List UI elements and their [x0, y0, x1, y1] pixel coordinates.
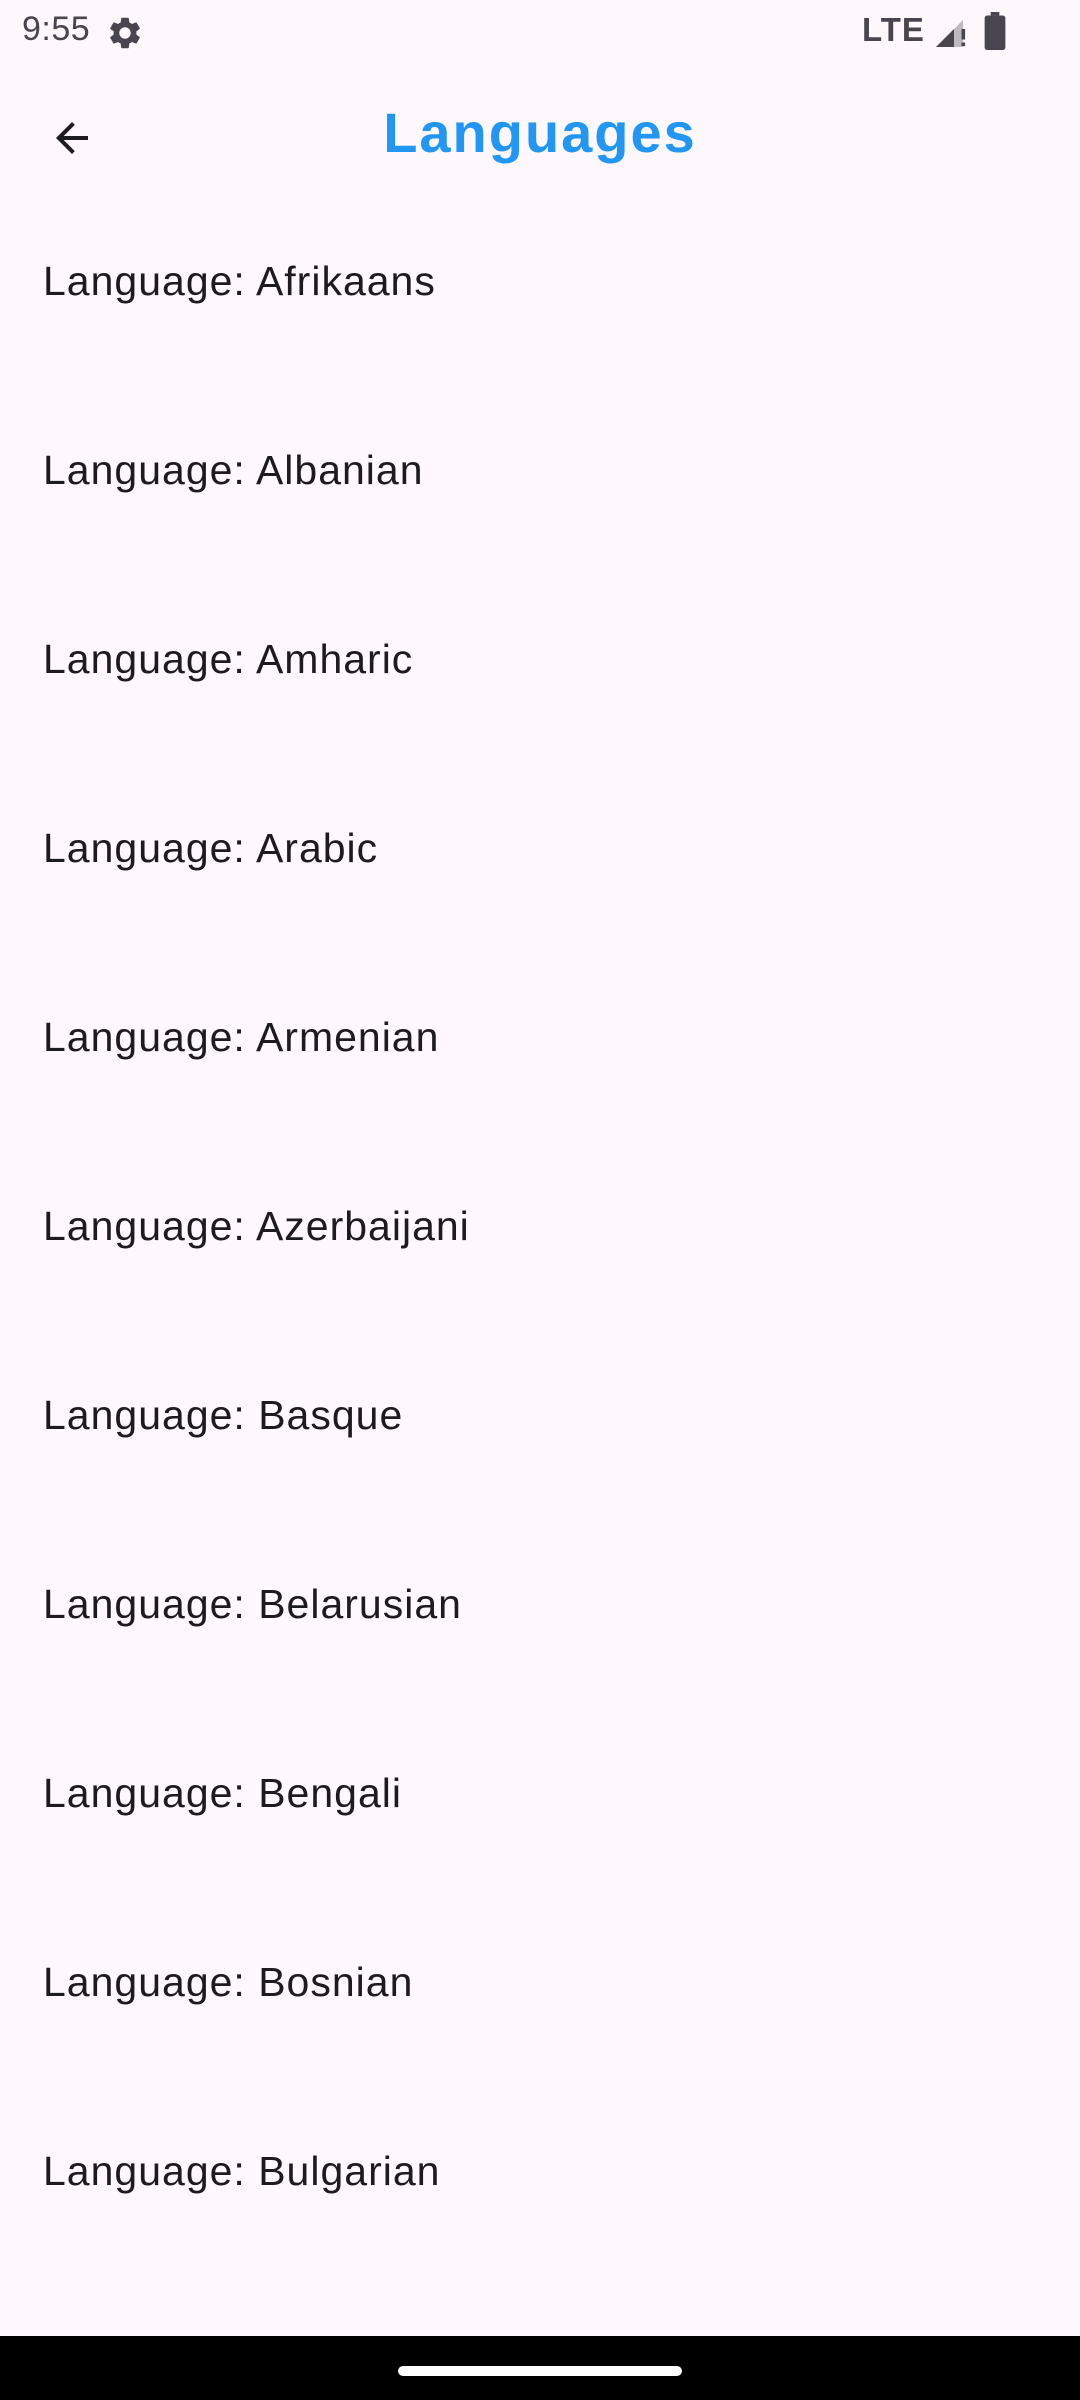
- gear-icon: [110, 17, 140, 49]
- language-list: Language: Afrikaans Language: Albanian L…: [0, 208, 1080, 2287]
- home-gesture-handle[interactable]: [398, 2366, 682, 2376]
- language-item-arabic[interactable]: Language: Arabic: [0, 775, 1080, 964]
- battery-icon: [984, 12, 1006, 50]
- language-label: Language: Azerbaijani: [43, 1203, 470, 1249]
- signal-icon: [936, 20, 966, 47]
- app-bar: Languages: [0, 64, 1080, 208]
- language-item-belarusian[interactable]: Language: Belarusian: [0, 1531, 1080, 1720]
- language-label: Language: Arabic: [43, 825, 379, 871]
- language-item-armenian[interactable]: Language: Armenian: [0, 964, 1080, 1153]
- status-time: 9:55: [22, 10, 91, 48]
- page-title: Languages: [383, 101, 697, 164]
- language-label: Language: Bosnian: [43, 1959, 414, 2005]
- language-item-afrikaans[interactable]: Language: Afrikaans: [0, 208, 1080, 397]
- language-item-bengali[interactable]: Language: Bengali: [0, 1720, 1080, 1909]
- language-label: Language: Armenian: [43, 1014, 440, 1060]
- language-label: Language: Albanian: [43, 447, 424, 493]
- network-type: LTE: [862, 11, 925, 48]
- language-item-bulgarian[interactable]: Language: Bulgarian: [0, 2098, 1080, 2287]
- language-label: Language: Bulgarian: [43, 2148, 441, 2194]
- language-label: Language: Bengali: [43, 1770, 402, 1816]
- navigation-bar: [0, 2336, 1080, 2400]
- language-label: Language: Basque: [43, 1392, 404, 1438]
- language-label: Language: Amharic: [43, 636, 414, 682]
- language-item-basque[interactable]: Language: Basque: [0, 1342, 1080, 1531]
- language-item-amharic[interactable]: Language: Amharic: [0, 586, 1080, 775]
- language-label: Language: Belarusian: [43, 1581, 462, 1627]
- language-item-albanian[interactable]: Language: Albanian: [0, 397, 1080, 586]
- language-item-bosnian[interactable]: Language: Bosnian: [0, 1909, 1080, 2098]
- status-bar: 9:55 LTE: [0, 0, 1080, 64]
- language-item-azerbaijani[interactable]: Language: Azerbaijani: [0, 1153, 1080, 1342]
- language-label: Language: Afrikaans: [43, 258, 436, 304]
